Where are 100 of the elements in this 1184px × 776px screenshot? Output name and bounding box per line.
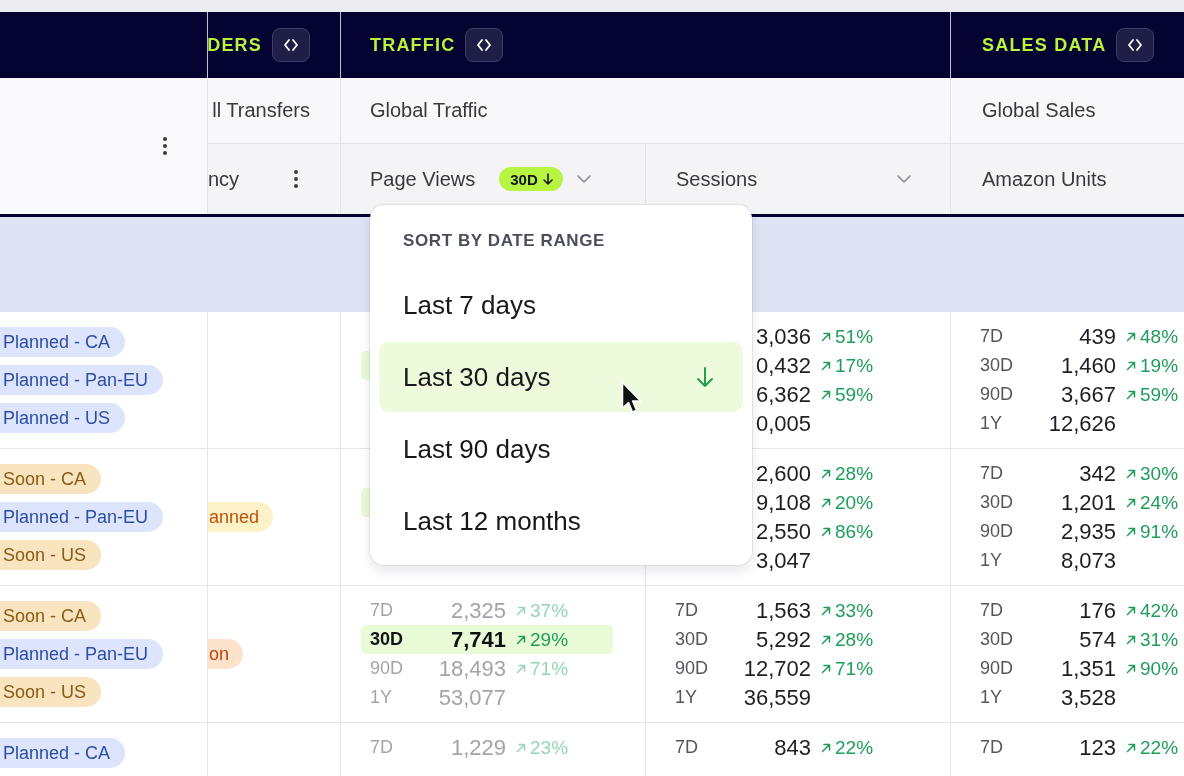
trend-up-icon: [821, 389, 831, 400]
metric-value: 1,201: [1059, 489, 1116, 516]
trend-up-icon: [1126, 634, 1136, 645]
trend-up-icon: [1126, 605, 1136, 616]
period-label: 7D: [675, 600, 699, 621]
metric-value: 574: [1078, 626, 1116, 653]
metric-value: 36,559: [742, 684, 811, 711]
trend-up-icon: [1126, 497, 1136, 508]
metric-change: 22%: [1140, 736, 1179, 759]
cursor-icon: [621, 381, 642, 414]
trend-up-icon: [821, 742, 831, 753]
chevron-down-icon[interactable]: [897, 175, 911, 183]
metric-value: 1,229: [449, 734, 506, 761]
trend-up-icon: [821, 526, 831, 537]
status-tag: Soon - CA: [0, 601, 102, 631]
metric-value: 2,550: [754, 518, 811, 545]
code-toggle-button[interactable]: [1116, 28, 1155, 62]
status-tag: Planned - CA: [0, 738, 126, 768]
metric-change: 71%: [835, 657, 874, 680]
code-toggle-button[interactable]: [272, 28, 310, 62]
period-label: 30D: [675, 629, 710, 650]
trend-up-icon: [1126, 389, 1136, 400]
trend-up-icon: [1126, 663, 1136, 674]
metric-value: 7,741: [449, 626, 506, 653]
metric-value: 2,935: [1059, 518, 1116, 545]
trend-up-icon: [821, 605, 831, 616]
status-tag: Soon - US: [0, 677, 102, 707]
trend-up-icon: [1126, 742, 1136, 753]
trend-up-icon: [821, 497, 831, 508]
status-tag: Planned - CA: [0, 327, 126, 357]
group-subtitle: ll Transfers: [212, 99, 310, 122]
metric-value: 2,325: [449, 597, 506, 624]
metric-change: 22%: [835, 736, 874, 759]
metric-value: 2,600: [754, 460, 811, 487]
group-title: SALES DATA: [982, 34, 1107, 56]
metric-value: 6,362: [754, 381, 811, 408]
metric-change: 29%: [530, 628, 569, 651]
metric-change: 30%: [1140, 462, 1179, 485]
period-label: 30D: [980, 355, 1015, 376]
sort-indicator[interactable]: 30D: [499, 167, 563, 191]
period-label: 30D: [980, 492, 1015, 513]
metric-value: 0,432: [754, 352, 811, 379]
menu-option[interactable]: Last 7 days: [379, 270, 743, 340]
status-tag: Planned - Pan-EU: [0, 639, 164, 669]
period-label: 1Y: [980, 413, 1004, 434]
status-tag: Planned - US: [0, 403, 126, 433]
chevron-down-icon[interactable]: [576, 175, 591, 183]
metric-value: 3,528: [1059, 684, 1116, 711]
period-label: 7D: [370, 600, 394, 621]
metric-value: 12,626: [1047, 410, 1116, 437]
metric-change: 31%: [1140, 628, 1179, 651]
metric-value: 342: [1078, 460, 1116, 487]
arrow-down-icon: [542, 173, 553, 185]
more-options-icon[interactable]: [294, 170, 298, 188]
metric-value: 3,667: [1059, 381, 1116, 408]
column-header: Page Views: [370, 167, 476, 191]
menu-option[interactable]: Last 90 days: [379, 414, 743, 484]
period-label: 1Y: [370, 687, 394, 708]
metric-value: 3,047: [754, 547, 811, 574]
metric-value: 5,292: [754, 626, 811, 653]
group-title: DERS: [208, 34, 262, 56]
more-options-icon[interactable]: [163, 137, 167, 155]
menu-option[interactable]: Last 12 months: [379, 486, 743, 556]
metric-change: 37%: [530, 599, 569, 622]
status-tag: on: [208, 639, 244, 669]
metric-value: 9,108: [754, 489, 811, 516]
metric-change: 91%: [1140, 520, 1179, 543]
metric-value: 12,702: [742, 655, 811, 682]
status-tag: anned: [208, 502, 274, 532]
code-toggle-button[interactable]: [465, 28, 504, 62]
metric-change: 20%: [835, 491, 874, 514]
metric-value: 843: [773, 734, 811, 761]
trend-up-icon: [821, 663, 831, 674]
trend-up-icon: [516, 663, 526, 674]
trend-up-icon: [1126, 468, 1136, 479]
code-icon: [1128, 39, 1143, 51]
period-label: 1Y: [675, 687, 699, 708]
period-label: 7D: [980, 326, 1004, 347]
metric-change: 28%: [835, 462, 874, 485]
arrow-down-icon: [697, 367, 713, 387]
period-label: 7D: [980, 463, 1004, 484]
metric-change: 23%: [530, 736, 569, 759]
metric-change: 59%: [835, 383, 874, 406]
status-tag: Soon - US: [0, 540, 102, 570]
trend-up-icon: [516, 605, 526, 616]
period-label: 30D: [980, 629, 1015, 650]
metric-change: 59%: [1140, 383, 1179, 406]
column-header: Amazon Units: [982, 167, 1107, 191]
trend-up-icon: [821, 331, 831, 342]
metric-value: 18,493: [437, 655, 506, 682]
menu-option[interactable]: Last 30 days: [379, 342, 743, 412]
metric-value: 1,460: [1059, 352, 1116, 379]
trend-up-icon: [821, 468, 831, 479]
metric-change: 17%: [835, 354, 874, 377]
metric-value: 3,036: [754, 323, 811, 350]
period-label: 7D: [675, 737, 699, 758]
metric-value: 53,077: [437, 684, 506, 711]
period-label: 90D: [980, 384, 1015, 405]
column-header: ncy: [208, 167, 240, 191]
period-label: 90D: [675, 658, 710, 679]
